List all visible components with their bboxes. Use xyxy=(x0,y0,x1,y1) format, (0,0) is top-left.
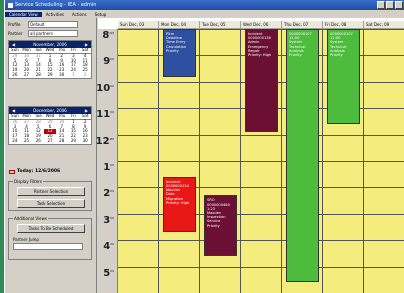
hour-label: 500 xyxy=(103,268,114,279)
profile-label: Profile xyxy=(8,22,21,27)
calendar-day[interactable]: 25 xyxy=(21,138,33,144)
calendar-day[interactable]: 28 xyxy=(32,72,44,78)
display-filters-legend: Display Filters xyxy=(13,179,44,184)
title-bar: Service Scheduling - IEA - admin xyxy=(5,0,404,10)
calendar-day[interactable]: 24 xyxy=(9,138,21,144)
hour-label: 900 xyxy=(103,56,114,67)
hour-suffix: AM xyxy=(109,31,114,35)
appointment-block[interactable]: Incident 0000000136 Admin Emergency Repair Pr… xyxy=(245,29,278,132)
menu-activities[interactable]: Activities xyxy=(42,12,68,17)
partner-label: Partner xyxy=(8,31,23,36)
menu-calendar-view[interactable]: Calendar View xyxy=(5,11,42,17)
partner-jump-label: Partner Jump xyxy=(13,237,39,242)
day-header[interactable]: Sat Dec, 09 xyxy=(364,21,404,29)
hour-line xyxy=(118,240,404,242)
profile-select[interactable]: Default xyxy=(28,21,78,28)
close-button[interactable] xyxy=(395,1,403,9)
hour-label: 8AM xyxy=(102,30,114,41)
appointment-block[interactable]: 0000000107 11:00 System Technical Analysis Pr… xyxy=(327,29,360,125)
hour-line xyxy=(118,161,404,162)
menu-setup[interactable]: Setup xyxy=(91,12,111,17)
hour-suffix: 00 xyxy=(110,215,114,220)
profile-row: Profile Default xyxy=(8,21,78,28)
appointment-text: Priority: High xyxy=(166,200,190,205)
maximize-button[interactable] xyxy=(386,1,394,9)
partner-selection-button[interactable]: Partner Selection xyxy=(17,187,85,196)
window-title: Service Scheduling - IEA - admin xyxy=(15,2,97,8)
minimize-button[interactable] xyxy=(377,1,385,9)
hour-line xyxy=(118,266,404,268)
calendar-day[interactable]: 26 xyxy=(32,138,44,144)
additional-views-group: Additional Views Tasks To Be Scheduled P… xyxy=(8,216,92,260)
day-header[interactable]: Thu Dec, 07 xyxy=(282,21,323,29)
day-header[interactable]: Mon Dec, 04 xyxy=(159,21,200,29)
calendar-day[interactable]: 27 xyxy=(44,138,56,144)
hour-suffix: 00 xyxy=(110,268,114,273)
day-header[interactable]: Tue Dec, 05 xyxy=(200,21,241,29)
partner-select[interactable]: all partners xyxy=(28,30,78,37)
december-day-grid: Sun Mon Tue Wed Thu Fri Sat 26 27 28 29 30 1 2 3 4 5 6 7 8 9… xyxy=(9,113,91,144)
display-filters-group: Display Filters Partner Selection Task S… xyxy=(8,179,92,211)
appointment-block[interactable]: Pltm Deadline Time Entry Calculation Priorit… xyxy=(163,29,196,77)
hour-number: 11 xyxy=(96,109,111,121)
hour-label: 100 xyxy=(103,162,114,173)
today-indicator[interactable]: Today: 12/6/2006 xyxy=(9,169,60,174)
hour-number: 10 xyxy=(96,82,111,94)
appointment-text: Priority: High xyxy=(248,53,272,58)
appointment-text: Priority xyxy=(289,53,302,58)
day-header[interactable]: Wed Dec, 06 xyxy=(241,21,282,29)
hour-suffix: 00 xyxy=(110,110,114,115)
appointment-block[interactable]: 0000000107 11:00 System Technical Analysis Pr… xyxy=(286,29,319,283)
day-header[interactable]: Sun Dec, 03 xyxy=(118,21,159,29)
december-calendar: ◀ December, 2006 ▶ Sun Mon Tue Wed Thu Fri Sat… xyxy=(8,106,92,145)
task-selection-button[interactable]: Task Selection xyxy=(17,199,85,208)
partner-jump-select[interactable] xyxy=(13,243,83,250)
november-day-grid: Sun Mon Tue Wed Thu Fri Sat 29 30 31 1 2 3 4 5 6 7 8 9 10 11… xyxy=(9,47,91,78)
hour-line xyxy=(118,213,404,215)
calendar-day[interactable]: 28 xyxy=(56,138,68,144)
day-header[interactable]: Fri Dec, 08 xyxy=(323,21,364,29)
hour-suffix: 00 xyxy=(110,83,114,88)
hour-suffix: 00 xyxy=(110,163,114,167)
calendar-day[interactable]: 29 xyxy=(44,72,56,78)
hour-label: 1100 xyxy=(96,109,114,120)
calendar-day[interactable]: 30 xyxy=(79,138,91,144)
hour-label: 1000 xyxy=(96,83,114,94)
hour-label: 400 xyxy=(103,241,114,252)
hour-label: 12PM xyxy=(96,136,114,147)
calendar-day[interactable]: 26 xyxy=(9,72,21,78)
hour-label: 200 xyxy=(103,188,114,199)
today-box-icon xyxy=(9,169,15,174)
time-column: 8AM 900 1000 1100 12PM 100 200 300 400 500 xyxy=(96,29,118,293)
hour-suffix: 00 xyxy=(110,242,114,247)
additional-views-legend: Additional Views xyxy=(13,216,48,221)
hour-line xyxy=(118,187,404,189)
today-text: Today: 12/6/2006 xyxy=(17,169,61,174)
hour-suffix: 00 xyxy=(110,57,114,62)
appointment-text: Priority xyxy=(330,53,343,58)
calendar-day[interactable]: 30 xyxy=(56,72,68,78)
app-window: Service Scheduling - IEA - admin Calenda… xyxy=(4,0,404,293)
appointment-block[interactable]: Incident 0000000134 Maxdev Data Migration Pri… xyxy=(163,176,196,233)
partner-row: Partner all partners xyxy=(8,30,78,37)
left-panel: Profile Default Partner all partners ◀ N… xyxy=(5,18,97,293)
app-icon xyxy=(8,2,13,8)
calendar-day[interactable]: 29 xyxy=(68,138,80,144)
november-calendar: ◀ November, 2006 ▶ Sun Mon Tue Wed Thu Fri Sat… xyxy=(8,40,92,79)
calendar-day[interactable]: 27 xyxy=(21,72,33,78)
calendar-day[interactable]: 2 xyxy=(79,72,91,78)
hour-suffix: PM xyxy=(109,136,114,141)
hour-suffix: 00 xyxy=(110,189,114,194)
schedule-grid: 8AM 900 1000 1100 12PM 100 200 300 400 500 Sun De… xyxy=(96,18,404,293)
menu-actions[interactable]: Actions xyxy=(68,12,91,17)
appointment-text: Priority xyxy=(207,223,220,228)
hour-label: 300 xyxy=(103,215,114,226)
menu-bar: Calendar View Activities Actions Setup xyxy=(5,10,404,18)
appointment-text: Priority xyxy=(166,48,179,53)
tasks-to-be-scheduled-button[interactable]: Tasks To Be Scheduled xyxy=(17,224,85,233)
calendar-day[interactable]: 1 xyxy=(68,72,80,78)
appointment-block[interactable]: SRO 0000000480 1:23 Maxdev Inspection Service… xyxy=(204,195,237,257)
hour-number: 12 xyxy=(95,135,110,147)
hour-line xyxy=(118,134,404,136)
